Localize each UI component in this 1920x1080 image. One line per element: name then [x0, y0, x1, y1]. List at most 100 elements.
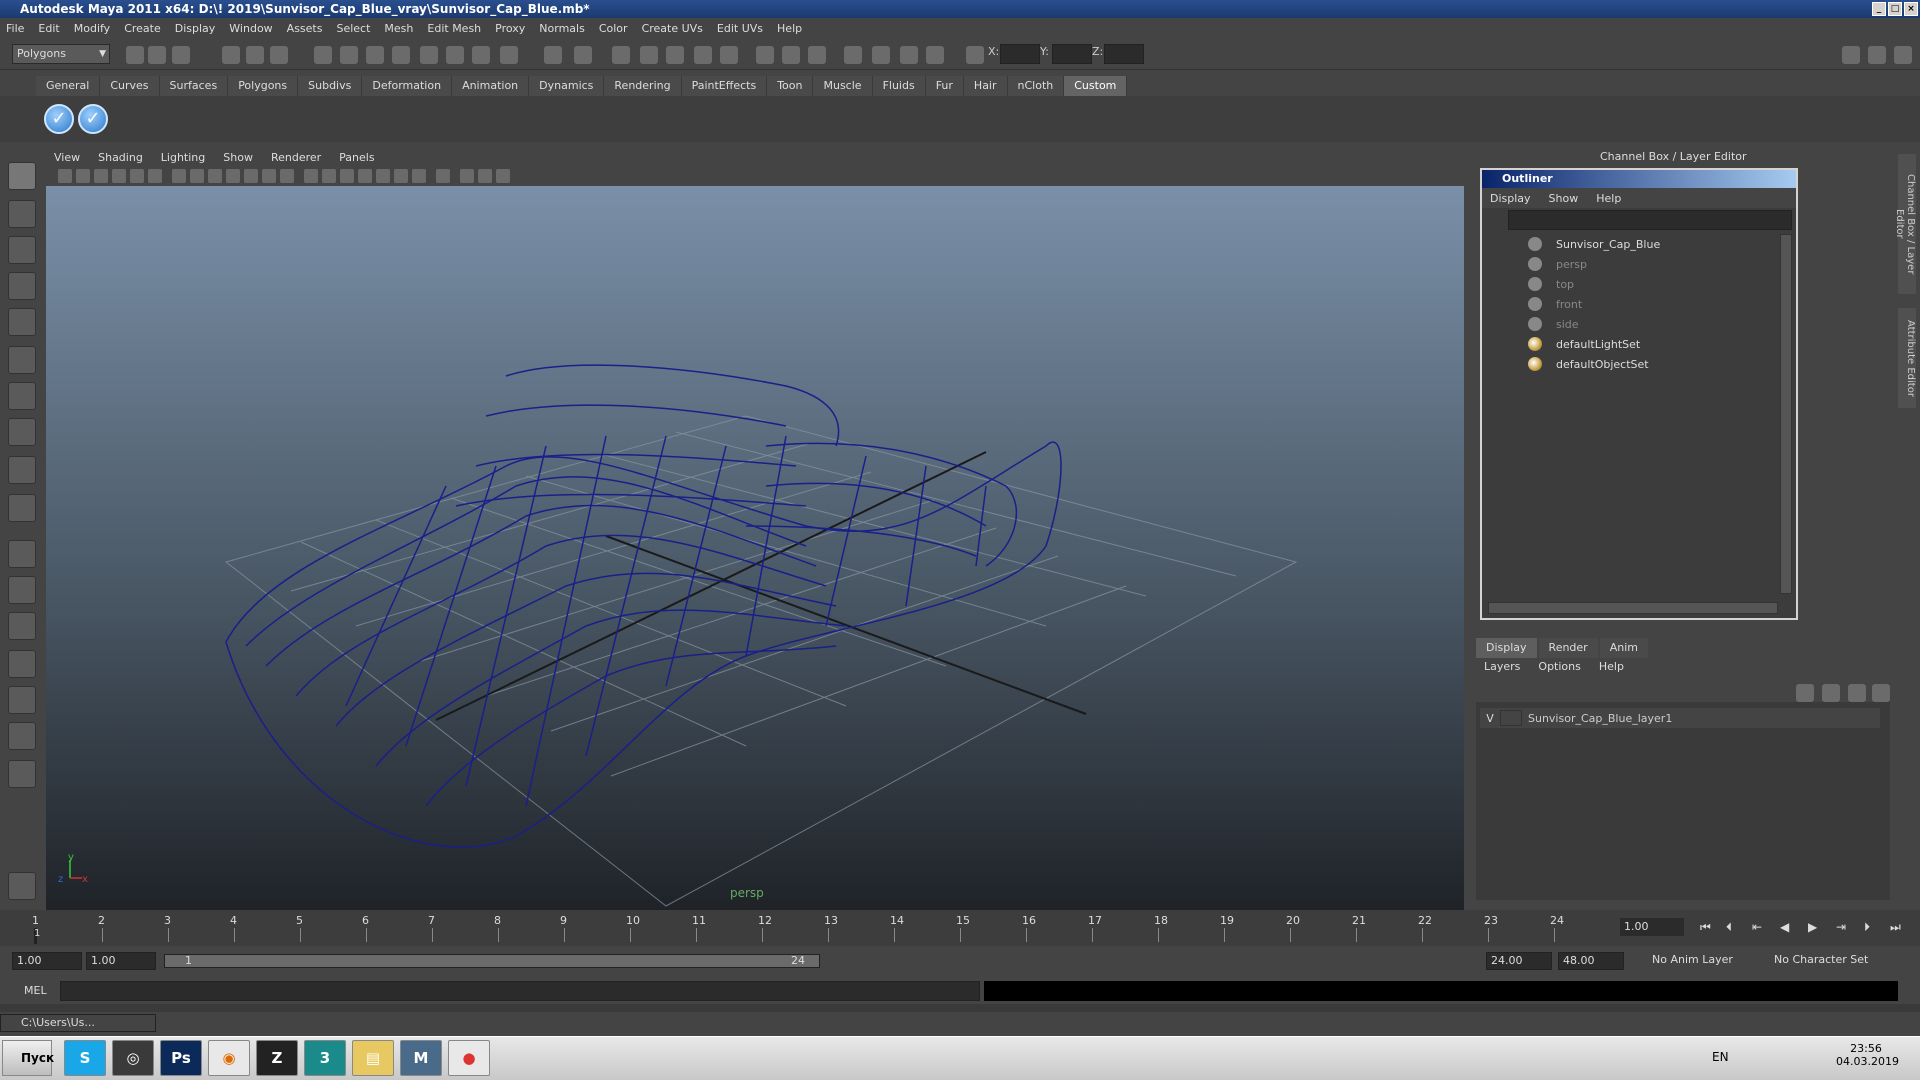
outliner-menu-help[interactable]: Help — [1596, 192, 1621, 205]
maximize-button[interactable]: □ — [1888, 2, 1902, 16]
attribute-toggle-icon[interactable] — [808, 46, 826, 64]
menu-item-file[interactable]: File — [6, 22, 24, 35]
end-time-field[interactable]: 48.00 — [1558, 952, 1624, 970]
shelf-tab-polygons[interactable]: Polygons — [228, 76, 299, 96]
photoshop-icon[interactable]: Ps — [160, 1040, 202, 1076]
xray-joints-icon[interactable] — [478, 169, 492, 183]
zbrush-icon[interactable]: Z — [256, 1040, 298, 1076]
snap-point-icon[interactable] — [366, 46, 384, 64]
hypergraph-icon[interactable] — [872, 46, 890, 64]
menu-item-mesh[interactable]: Mesh — [384, 22, 413, 35]
sculpt-brush-icon[interactable] — [8, 872, 36, 900]
menu-item-modify[interactable]: Modify — [74, 22, 110, 35]
wireframe-icon[interactable] — [304, 169, 318, 183]
scale-tool-icon[interactable] — [8, 346, 36, 374]
smooth-shade-icon[interactable] — [322, 169, 336, 183]
shadows-icon[interactable] — [412, 169, 426, 183]
start-button[interactable]: Пуск — [2, 1040, 54, 1076]
lasso-tool-icon[interactable] — [8, 200, 36, 228]
output-ops-icon[interactable] — [472, 46, 490, 64]
outliner-menu-show[interactable]: Show — [1549, 192, 1579, 205]
safe-title-icon[interactable] — [280, 169, 294, 183]
side-tab-channel-box[interactable]: Channel Box / Layer Editor — [1894, 154, 1916, 294]
layer-tab-display[interactable]: Display — [1476, 638, 1537, 658]
outliner-item[interactable]: top — [1482, 274, 1796, 294]
outliner-item[interactable]: front — [1482, 294, 1796, 314]
tray-clock[interactable]: 23:56 04.03.2019 — [1836, 1042, 1899, 1068]
menu-item-help[interactable]: Help — [777, 22, 802, 35]
shelf-tab-toon[interactable]: Toon — [767, 76, 814, 96]
playback-start-field[interactable]: 1.00 — [86, 952, 156, 970]
shelf-tab-fur[interactable]: Fur — [925, 76, 964, 96]
3dsmax-icon[interactable]: 3 — [304, 1040, 346, 1076]
render-settings-icon[interactable] — [640, 46, 658, 64]
perspective-viewport[interactable] — [46, 186, 1464, 910]
soft-mod-icon[interactable] — [8, 418, 36, 446]
play-forward-icon[interactable]: ▶ — [1808, 920, 1817, 934]
shelf-tab-animation[interactable]: Animation — [452, 76, 530, 96]
layer-visibility-toggle[interactable]: V — [1480, 712, 1500, 725]
next-key-icon[interactable]: ⇥ — [1836, 920, 1846, 934]
outliner-horizontal-scrollbar[interactable] — [1488, 602, 1778, 614]
new-scene-icon[interactable] — [126, 46, 144, 64]
layer-options-icon[interactable] — [1848, 684, 1866, 702]
open-scene-icon[interactable] — [148, 46, 166, 64]
outliner-menu-display[interactable]: Display — [1490, 192, 1531, 205]
safe-action-icon[interactable] — [262, 169, 276, 183]
shelf-tab-dynamics[interactable]: Dynamics — [529, 76, 605, 96]
render-frame-icon[interactable] — [574, 46, 592, 64]
graph-layout-icon[interactable] — [8, 650, 36, 678]
image-plane-icon[interactable] — [112, 169, 126, 183]
blender-icon[interactable]: ◉ — [208, 1040, 250, 1076]
camera-select-icon[interactable] — [58, 169, 72, 183]
resolution-gate-icon[interactable] — [208, 169, 222, 183]
minimized-window[interactable]: C:\Users\Us... — [0, 1014, 156, 1032]
shelf-tab-fluids[interactable]: Fluids — [872, 76, 926, 96]
bookmark-icon[interactable] — [94, 169, 108, 183]
snap-curve-icon[interactable] — [340, 46, 358, 64]
chrome-icon[interactable]: ● — [448, 1040, 490, 1076]
four-pane-layout-icon[interactable] — [8, 576, 36, 604]
outliner-toggle-icon[interactable] — [782, 46, 800, 64]
xray-icon[interactable] — [460, 169, 474, 183]
paint-select-icon[interactable] — [8, 236, 36, 264]
viewport-menu-lighting[interactable]: Lighting — [161, 151, 205, 164]
z-field[interactable] — [1104, 44, 1144, 64]
ipr-render-icon[interactable] — [612, 46, 630, 64]
layer-tab-render[interactable]: Render — [1538, 638, 1598, 658]
layer-color-swatch[interactable] — [1500, 710, 1522, 726]
minimize-button[interactable]: _ — [1872, 2, 1886, 16]
layer-row[interactable]: V Sunvisor_Cap_Blue_layer1 — [1480, 708, 1880, 728]
x-field[interactable] — [1000, 44, 1040, 64]
layer-tab-anim[interactable]: Anim — [1599, 638, 1648, 658]
default-light-icon[interactable] — [376, 169, 390, 183]
all-lights-icon[interactable] — [394, 169, 408, 183]
go-to-end-icon[interactable]: ⏭ — [1890, 920, 1901, 935]
menu-item-assets[interactable]: Assets — [287, 22, 323, 35]
shelf-tab-custom[interactable]: Custom — [1064, 76, 1128, 96]
outliner-item[interactable]: persp — [1482, 254, 1796, 274]
new-layer-icon[interactable] — [1796, 684, 1814, 702]
backface-icon[interactable] — [496, 169, 510, 183]
outliner-item[interactable]: Sunvisor_Cap_Blue — [1482, 234, 1796, 254]
shelf-tab-deformation[interactable]: Deformation — [362, 76, 453, 96]
menu-item-edit-mesh[interactable]: Edit Mesh — [427, 22, 481, 35]
menu-item-proxy[interactable]: Proxy — [495, 22, 525, 35]
input-ops-icon[interactable] — [446, 46, 464, 64]
help-question-icon[interactable] — [500, 46, 518, 64]
outliner-vertical-scrollbar[interactable] — [1780, 234, 1792, 594]
menu-item-edit[interactable]: Edit — [38, 22, 59, 35]
menu-item-create[interactable]: Create — [124, 22, 161, 35]
menu-set-dropdown[interactable]: Polygons ▼ — [12, 44, 110, 64]
2d-pan-icon[interactable] — [130, 169, 144, 183]
isolate-select-icon[interactable] — [436, 169, 450, 183]
layout-more-icon[interactable] — [8, 760, 36, 788]
save-scene-icon[interactable] — [172, 46, 190, 64]
explorer-icon[interactable]: ▤ — [352, 1040, 394, 1076]
menu-item-select[interactable]: Select — [336, 22, 370, 35]
shelf-tab-ncloth[interactable]: nCloth — [1007, 76, 1065, 96]
character-set-dropdown[interactable]: No Character Set — [1770, 952, 1880, 970]
shelf-tab-muscle[interactable]: Muscle — [813, 76, 873, 96]
viewport-menu-show[interactable]: Show — [223, 151, 253, 164]
outliner-item[interactable]: side — [1482, 314, 1796, 334]
